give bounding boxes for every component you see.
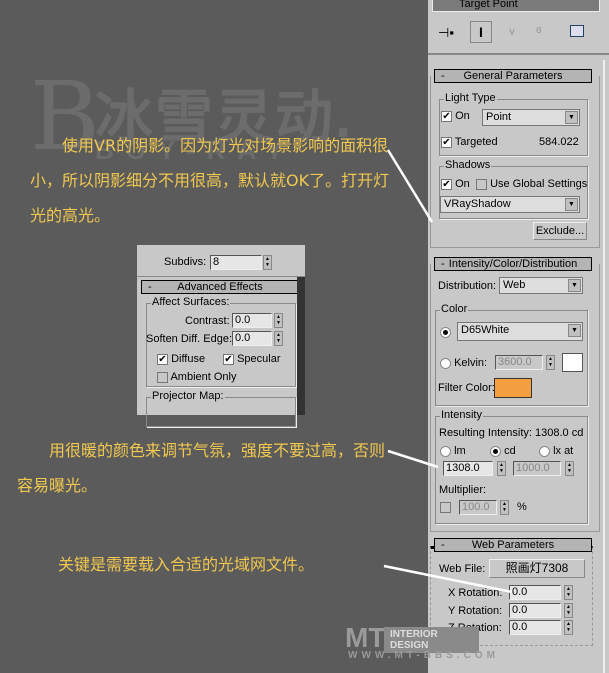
watermark-mt-url: WWW.MT-BBS.COM	[348, 650, 499, 661]
callout-line-shadow	[386, 149, 434, 223]
callout-lines	[383, 149, 513, 594]
callout-line-web	[383, 564, 513, 594]
callout-line-color	[387, 449, 439, 469]
